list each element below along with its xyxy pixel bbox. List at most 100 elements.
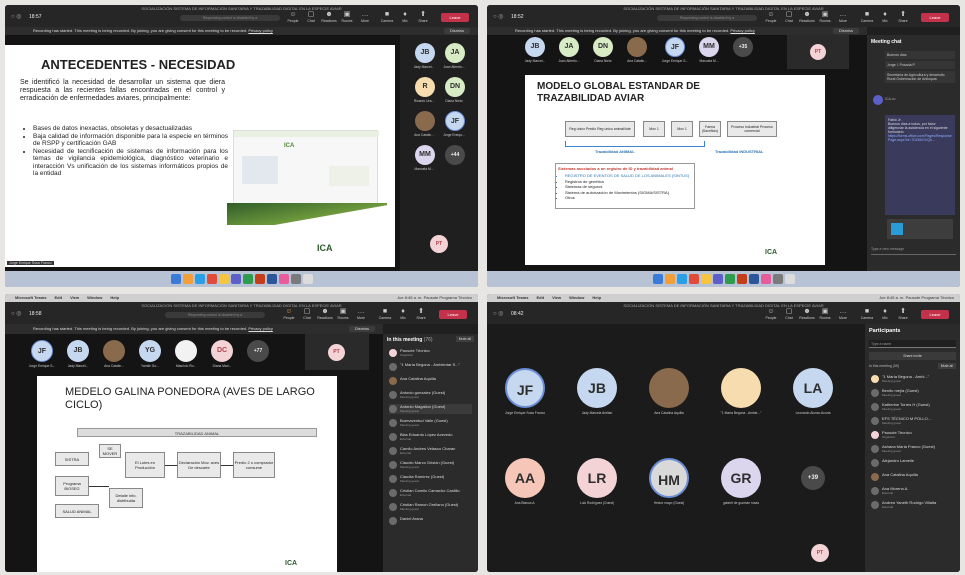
- rooms-button[interactable]: ▣ Rooms: [335, 307, 351, 320]
- mute-all-button[interactable]: Mute all: [937, 363, 956, 369]
- more-button[interactable]: … More: [835, 307, 851, 320]
- list-item[interactable]: Alejandro Lamelle: [871, 458, 954, 468]
- chrome-icon[interactable]: [206, 274, 217, 284]
- leave-button[interactable]: Leave: [921, 13, 949, 22]
- list-item[interactable]: EFS TÉCNICO M POLLO... Meeting guest: [871, 416, 954, 426]
- camera-button[interactable]: ■ Camera: [859, 307, 875, 320]
- mic-button[interactable]: ♦ Mic: [395, 307, 411, 320]
- powerpoint-icon[interactable]: [736, 274, 747, 284]
- avatar[interactable]: LA: [793, 368, 833, 408]
- more-participants[interactable]: +39: [801, 466, 825, 490]
- safari-icon[interactable]: [676, 274, 687, 284]
- avatar-photo[interactable]: [103, 340, 125, 362]
- more-button[interactable]: … More: [357, 10, 373, 23]
- settings-icon[interactable]: [290, 274, 301, 284]
- avatar[interactable]: JA: [445, 43, 465, 63]
- list-item[interactable]: Andrea Yaneth Rodrigo Villalta External: [871, 500, 954, 510]
- chat-link[interactable]: https://forms.office.com/Pages/ResponseP…: [888, 134, 952, 142]
- mic-button[interactable]: ♦ Mic: [877, 307, 893, 320]
- list-item[interactable]: Ashana María Franco (Guest) Meeting guest: [871, 444, 954, 454]
- list-item[interactable]: Cristian Camilo Camacho Castillo External: [389, 488, 472, 498]
- self-avatar[interactable]: PT: [328, 344, 345, 361]
- rooms-button[interactable]: ▣ Rooms: [339, 10, 355, 23]
- avatar[interactable]: JB: [577, 368, 617, 408]
- reactions-button[interactable]: ☻ Reactions: [799, 10, 815, 23]
- teams-icon[interactable]: [712, 274, 723, 284]
- avatar[interactable]: JF: [31, 340, 53, 362]
- finder-icon[interactable]: [652, 274, 663, 284]
- self-avatar[interactable]: PT: [430, 235, 448, 253]
- share-invite-button[interactable]: Share invite: [869, 352, 956, 360]
- self-avatar[interactable]: PT: [811, 544, 829, 562]
- mute-all-button[interactable]: Mute all: [455, 336, 474, 342]
- list-item[interactable]: Daniel Arana: [389, 516, 472, 526]
- search-input[interactable]: Type a name: [869, 340, 956, 348]
- avatar[interactable]: AA: [505, 458, 545, 498]
- more-participants[interactable]: +77: [247, 340, 269, 362]
- dismiss-button[interactable]: Dismiss: [444, 28, 470, 34]
- share-button[interactable]: ⬆ Share: [415, 10, 431, 23]
- rooms-button[interactable]: ▣ Rooms: [817, 307, 833, 320]
- window-controls-icon[interactable]: ○ ◎: [11, 13, 22, 20]
- avatar[interactable]: JB: [67, 340, 89, 362]
- launchpad-icon[interactable]: [182, 274, 193, 284]
- list-item[interactable]: Antonio Magallon (Guest) Meeting guest: [389, 404, 472, 414]
- list-item[interactable]: Pausote Técnico Organizer: [871, 430, 954, 440]
- camera-button[interactable]: ■ Camera: [859, 10, 875, 23]
- people-button[interactable]: ☺ People: [285, 10, 301, 23]
- camera-button[interactable]: ■ Camera: [377, 307, 393, 320]
- leave-button[interactable]: Leave: [439, 310, 467, 319]
- share-button[interactable]: ⬆ Share: [413, 307, 429, 320]
- privacy-link[interactable]: Privacy policy: [248, 28, 272, 33]
- settings-icon[interactable]: [772, 274, 783, 284]
- avatar-photo[interactable]: [415, 111, 435, 131]
- notes-icon[interactable]: [218, 274, 229, 284]
- list-item[interactable]: Claudio Marco Grisión (Guest) Meeting gue…: [389, 460, 472, 470]
- finder-icon[interactable]: [170, 274, 181, 284]
- people-button[interactable]: ☺ People: [763, 10, 779, 23]
- reactions-button[interactable]: ☻ Reactions: [799, 307, 815, 320]
- chat-button[interactable]: ▢ Chat: [299, 307, 315, 320]
- more-participants[interactable]: +35: [733, 37, 753, 57]
- avatar[interactable]: YG: [139, 340, 161, 362]
- avatar[interactable]: MM: [699, 37, 719, 57]
- list-item[interactable]: Benito mejía (Guest) Meeting guest: [871, 388, 954, 398]
- reactions-button[interactable]: ☻ Reactions: [317, 307, 333, 320]
- list-item[interactable]: Buenaventud Valle (Guest) Meeting guest: [389, 418, 472, 428]
- avatar[interactable]: JF: [445, 111, 465, 131]
- avatar[interactable]: LR: [577, 458, 617, 498]
- list-item[interactable]: Katherine Torres H (Guest) Meeting guest: [871, 402, 954, 412]
- notes-icon[interactable]: [700, 274, 711, 284]
- file-attachment[interactable]: [887, 219, 953, 239]
- avatar-photo[interactable]: [649, 368, 689, 408]
- more-button[interactable]: … More: [353, 307, 369, 320]
- window-controls-icon[interactable]: ○ ◎: [11, 310, 22, 317]
- list-item[interactable]: Antonio gonzalez (Guest) Meeting guest: [389, 390, 472, 400]
- list-item[interactable]: Ana Moreno A. External: [871, 486, 954, 496]
- avatar[interactable]: GR: [721, 458, 761, 498]
- rooms-button[interactable]: ▣ Rooms: [817, 10, 833, 23]
- camera-button[interactable]: ■ Camera: [379, 10, 395, 23]
- chrome-icon[interactable]: [688, 274, 699, 284]
- avatar[interactable]: HM: [649, 458, 689, 498]
- word-icon[interactable]: [748, 274, 759, 284]
- chat-button[interactable]: ▢ Chat: [781, 307, 797, 320]
- list-item[interactable]: "1 María Begona - Ambi..." Meeting guest: [871, 374, 954, 384]
- photos-icon[interactable]: [760, 274, 771, 284]
- list-item[interactable]: "1 María Begona - Ambientar S...": [389, 362, 472, 372]
- avatar-photo[interactable]: [721, 368, 761, 408]
- chat-button[interactable]: ▢ Chat: [303, 10, 319, 23]
- privacy-link[interactable]: Privacy policy: [248, 326, 272, 331]
- trash-icon[interactable]: [784, 274, 795, 284]
- avatar[interactable]: R: [415, 77, 435, 97]
- avatar[interactable]: DC: [211, 340, 233, 362]
- share-button[interactable]: ⬆ Share: [895, 10, 911, 23]
- privacy-link[interactable]: Privacy policy: [730, 28, 754, 33]
- more-button[interactable]: … More: [835, 10, 851, 23]
- launchpad-icon[interactable]: [664, 274, 675, 284]
- dismiss-button[interactable]: Dismiss: [349, 326, 375, 332]
- excel-icon[interactable]: [242, 274, 253, 284]
- list-item[interactable]: Claudia Ramírez (Guest) Meeting guest: [389, 474, 472, 484]
- avatar[interactable]: JB: [525, 37, 545, 57]
- list-item[interactable]: Cristian Ramon Orellano (Guest) Meeting g…: [389, 502, 472, 512]
